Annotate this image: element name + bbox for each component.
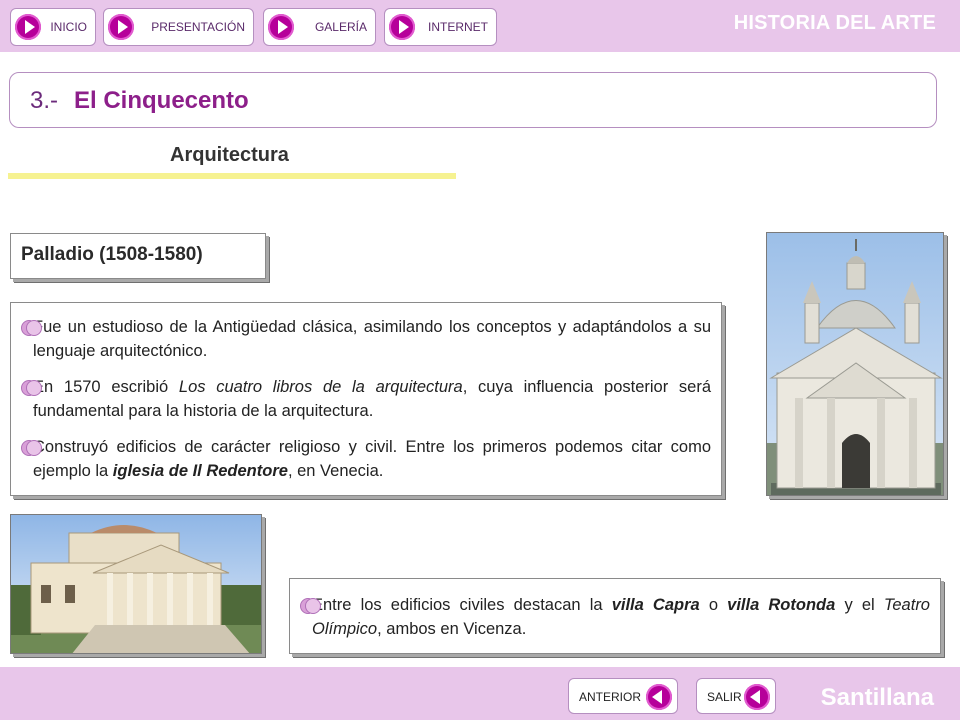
nav-label: INICIO bbox=[50, 20, 87, 34]
slide-title-bar: 3.- El Cinquecento bbox=[9, 72, 937, 128]
play-icon bbox=[268, 14, 294, 40]
back-arrow-icon bbox=[744, 684, 770, 710]
bullet-icon bbox=[21, 380, 42, 396]
brand-title: HISTORIA DEL ARTE bbox=[733, 12, 936, 34]
nav-label: GALERÍA bbox=[314, 20, 367, 34]
list-item: Fue un estudioso de la Antigüedad clásic… bbox=[21, 315, 711, 363]
previous-label: ANTERIOR bbox=[579, 690, 642, 704]
text-run: Entre los edificios civiles destacan la bbox=[312, 596, 612, 614]
bullet-icon bbox=[21, 440, 42, 456]
play-icon bbox=[389, 14, 415, 40]
text-run: En 1570 escribió bbox=[33, 378, 179, 396]
redentore-church-photo bbox=[766, 232, 944, 496]
villa-capra-photo bbox=[10, 514, 262, 654]
publisher-logo: Santillana bbox=[820, 684, 934, 711]
text-run: Fue un estudioso de la Antigüedad clásic… bbox=[33, 318, 711, 360]
footer-bar bbox=[0, 667, 960, 720]
exit-button[interactable]: SALIR bbox=[696, 678, 776, 714]
back-arrow-icon bbox=[646, 684, 672, 710]
bullet-icon bbox=[300, 598, 321, 614]
page-title: El Cinquecento bbox=[74, 87, 249, 114]
nav-button-galeria[interactable]: GALERÍA bbox=[263, 8, 376, 46]
section-subtitle: Arquitectura bbox=[170, 144, 289, 166]
bullet-icon bbox=[21, 320, 42, 336]
nav-button-internet[interactable]: INTERNET bbox=[384, 8, 497, 46]
nav-label: PRESENTACIÓN bbox=[151, 20, 245, 34]
list-item: Entre los edificios civiles destacan la … bbox=[300, 593, 930, 641]
nav-button-inicio[interactable]: INICIO bbox=[10, 8, 96, 46]
nav-label: INTERNET bbox=[428, 20, 488, 34]
text-run: villa Capra bbox=[611, 596, 700, 614]
text-run: o bbox=[699, 596, 728, 614]
architect-name-box: Palladio (1508-1580) bbox=[10, 233, 266, 279]
list-item: En 1570 escribió Los cuatro libros de la… bbox=[21, 375, 711, 423]
text-run: , ambos en Vicenza. bbox=[377, 620, 527, 638]
architect-name: Palladio (1508-1580) bbox=[21, 244, 203, 265]
play-icon bbox=[15, 14, 41, 40]
main-text-box: Fue un estudioso de la Antigüedad clásic… bbox=[10, 302, 722, 496]
section-number: 3.- bbox=[30, 87, 59, 114]
text-run: villa Rotonda bbox=[727, 596, 836, 614]
text-run: iglesia de Il Redentore bbox=[112, 462, 288, 480]
subtitle-underline bbox=[8, 173, 456, 179]
list-item: Construyó edificios de carácter religios… bbox=[21, 435, 711, 483]
text-run: y el bbox=[835, 596, 884, 614]
nav-button-presentacion[interactable]: PRESENTACIÓN bbox=[103, 8, 254, 46]
previous-button[interactable]: ANTERIOR bbox=[568, 678, 678, 714]
exit-label: SALIR bbox=[707, 690, 742, 704]
text-run: , en Venecia. bbox=[287, 462, 384, 480]
text-run: Los cuatro libros de la arquitectura bbox=[178, 378, 463, 396]
play-icon bbox=[108, 14, 134, 40]
civil-buildings-box: Entre los edificios civiles destacan la … bbox=[289, 578, 941, 654]
